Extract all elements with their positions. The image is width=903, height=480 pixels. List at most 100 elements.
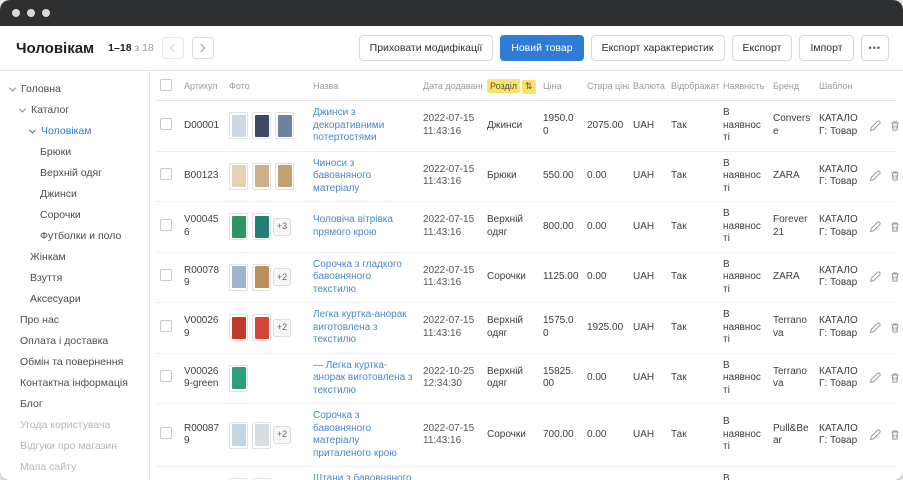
product-photo[interactable] xyxy=(252,112,271,139)
edit-icon[interactable] xyxy=(869,372,881,384)
product-photo[interactable] xyxy=(275,112,294,139)
column-header-brand[interactable]: Бренд xyxy=(769,71,815,101)
product-name-link[interactable]: Сорочка з гладкого бавовняного текстилю xyxy=(313,259,402,295)
sidebar-item-контактна-інформація[interactable]: Контактна інформація xyxy=(0,373,149,394)
sidebar-item-про-нас[interactable]: Про нас xyxy=(0,310,149,331)
delete-icon[interactable] xyxy=(889,221,901,233)
table-container: АртикулФотоНазваДата додаванняРозділ⇅Цін… xyxy=(150,71,903,480)
product-photo[interactable] xyxy=(252,213,271,240)
product-name-link[interactable]: Джинси з декоративними потертостями xyxy=(313,107,384,143)
product-photo[interactable] xyxy=(252,314,271,341)
row-checkbox[interactable] xyxy=(160,320,172,332)
sidebar-item-label: Блог xyxy=(20,399,43,411)
sidebar-item-обмін-та-повернення[interactable]: Обмін та повернення xyxy=(0,352,149,373)
delete-icon[interactable] xyxy=(889,372,901,384)
product-photo[interactable] xyxy=(229,314,248,341)
product-name-link[interactable]: Чиноси з бавовняного матеріалу xyxy=(313,158,371,194)
sidebar-item-футболки-и-поло[interactable]: Футболки и поло xyxy=(0,226,149,247)
column-header-sku[interactable]: Артикул xyxy=(180,71,225,101)
sidebar-item-чоловікам[interactable]: Чоловікам xyxy=(0,121,149,142)
sidebar-item-оплата-і-доставка[interactable]: Оплата і доставка xyxy=(0,331,149,352)
next-page-button[interactable] xyxy=(192,37,214,59)
product-name-link[interactable]: Легка куртка-анорак виготовлена з тексти… xyxy=(313,309,407,345)
more-photos-badge[interactable]: +3 xyxy=(273,218,291,236)
section-value: Брюки xyxy=(483,151,539,202)
edit-icon[interactable] xyxy=(869,170,881,182)
sidebar-item-брюки[interactable]: Брюки xyxy=(0,142,149,163)
more-photos-badge[interactable]: +2 xyxy=(273,268,291,286)
sidebar-item-сорочки[interactable]: Сорочки xyxy=(0,205,149,226)
delete-icon[interactable] xyxy=(889,120,901,132)
delete-icon[interactable] xyxy=(889,322,901,334)
import-button[interactable]: Імпорт xyxy=(799,35,853,61)
select-all-checkbox[interactable] xyxy=(160,79,172,91)
row-checkbox[interactable] xyxy=(160,427,172,439)
section-value: Верхній одяг xyxy=(483,202,539,253)
more-actions-button[interactable]: ••• xyxy=(861,35,889,61)
product-photo[interactable] xyxy=(229,112,248,139)
edit-icon[interactable] xyxy=(869,429,881,441)
sidebar-item-жінкам[interactable]: Жінкам xyxy=(0,247,149,268)
chevron-right-icon xyxy=(197,44,205,52)
sidebar-item-верхній-одяг[interactable]: Верхній одяг xyxy=(0,163,149,184)
sidebar-item-аксесуари[interactable]: Аксесуари xyxy=(0,289,149,310)
more-photos-badge[interactable]: +2 xyxy=(273,426,291,444)
product-name-link[interactable]: — Легка куртка-анорак виготовлена з текс… xyxy=(313,360,413,396)
delete-icon[interactable] xyxy=(889,170,901,182)
sidebar-item-каталог[interactable]: Каталог xyxy=(0,100,149,121)
product-photo[interactable] xyxy=(229,213,248,240)
sidebar-item-джинси[interactable]: Джинси xyxy=(0,184,149,205)
row-checkbox[interactable] xyxy=(160,370,172,382)
column-header-name[interactable]: Назва xyxy=(309,71,419,101)
edit-icon[interactable] xyxy=(869,221,881,233)
product-photo[interactable] xyxy=(252,264,271,291)
edit-icon[interactable] xyxy=(869,120,881,132)
product-name-link[interactable]: Штани з бавовняного матеріалу прямого кр… xyxy=(313,473,412,480)
new-product-button[interactable]: Новий товар xyxy=(500,35,583,61)
column-header-template[interactable]: Шаблон xyxy=(815,71,865,101)
row-checkbox[interactable] xyxy=(160,168,172,180)
column-header-date[interactable]: Дата додавання xyxy=(419,71,483,101)
sidebar-item-відгуки-про-магазин[interactable]: Відгуки про магазин xyxy=(0,436,149,457)
hide-modifications-button[interactable]: Приховати модифікації xyxy=(359,35,494,61)
export-attributes-button[interactable]: Експорт характеристик xyxy=(591,35,725,61)
product-name-link[interactable]: Сорочка з бавовняного матеріалу притален… xyxy=(313,410,397,459)
export-button[interactable]: Експорт xyxy=(732,35,793,61)
window-close-button[interactable] xyxy=(12,9,20,17)
sidebar-item-угода-користувача[interactable]: Угода користувача xyxy=(0,415,149,436)
product-photo[interactable] xyxy=(275,163,294,190)
delete-icon[interactable] xyxy=(889,271,901,283)
column-header-old_price[interactable]: Стара ціна xyxy=(583,71,629,101)
column-header-photo[interactable]: Фото xyxy=(225,71,309,101)
more-photos-badge[interactable]: +2 xyxy=(273,319,291,337)
product-photo[interactable] xyxy=(252,422,271,449)
product-photo[interactable] xyxy=(229,422,248,449)
sidebar-item-мапа-сайту[interactable]: Мапа сайту xyxy=(0,457,149,478)
sidebar-item-блог[interactable]: Блог xyxy=(0,394,149,415)
sidebar-item-взуття[interactable]: Взуття xyxy=(0,268,149,289)
row-checkbox[interactable] xyxy=(160,219,172,231)
product-photo[interactable] xyxy=(229,163,248,190)
product-name-link[interactable]: Чоловіча вітрівка прямого крою xyxy=(313,214,393,238)
column-header-price[interactable]: Ціна xyxy=(539,71,583,101)
sidebar-item-головна[interactable]: Головна xyxy=(0,79,149,100)
delete-icon[interactable] xyxy=(889,429,901,441)
column-header-currency[interactable]: Валюта xyxy=(629,71,667,101)
product-photo[interactable] xyxy=(252,163,271,190)
product-photo[interactable] xyxy=(229,264,248,291)
column-header-display[interactable]: Відображати xyxy=(667,71,719,101)
row-checkbox[interactable] xyxy=(160,118,172,130)
edit-icon[interactable] xyxy=(869,322,881,334)
sort-icon[interactable]: ⇅ xyxy=(522,80,536,94)
product-photo[interactable] xyxy=(229,365,248,392)
column-header-section[interactable]: Розділ⇅ xyxy=(483,71,539,101)
prev-page-button[interactable] xyxy=(162,37,184,59)
row-checkbox[interactable] xyxy=(160,269,172,281)
window-minimize-button[interactable] xyxy=(27,9,35,17)
edit-icon[interactable] xyxy=(869,271,881,283)
column-header-stock[interactable]: Наявність xyxy=(719,71,769,101)
toolbar-buttons: Приховати модифікаціїНовий товар Експорт … xyxy=(359,35,889,61)
window-maximize-button[interactable] xyxy=(42,9,50,17)
display-flag: Так xyxy=(667,303,719,354)
display-flag: Так xyxy=(667,353,719,404)
